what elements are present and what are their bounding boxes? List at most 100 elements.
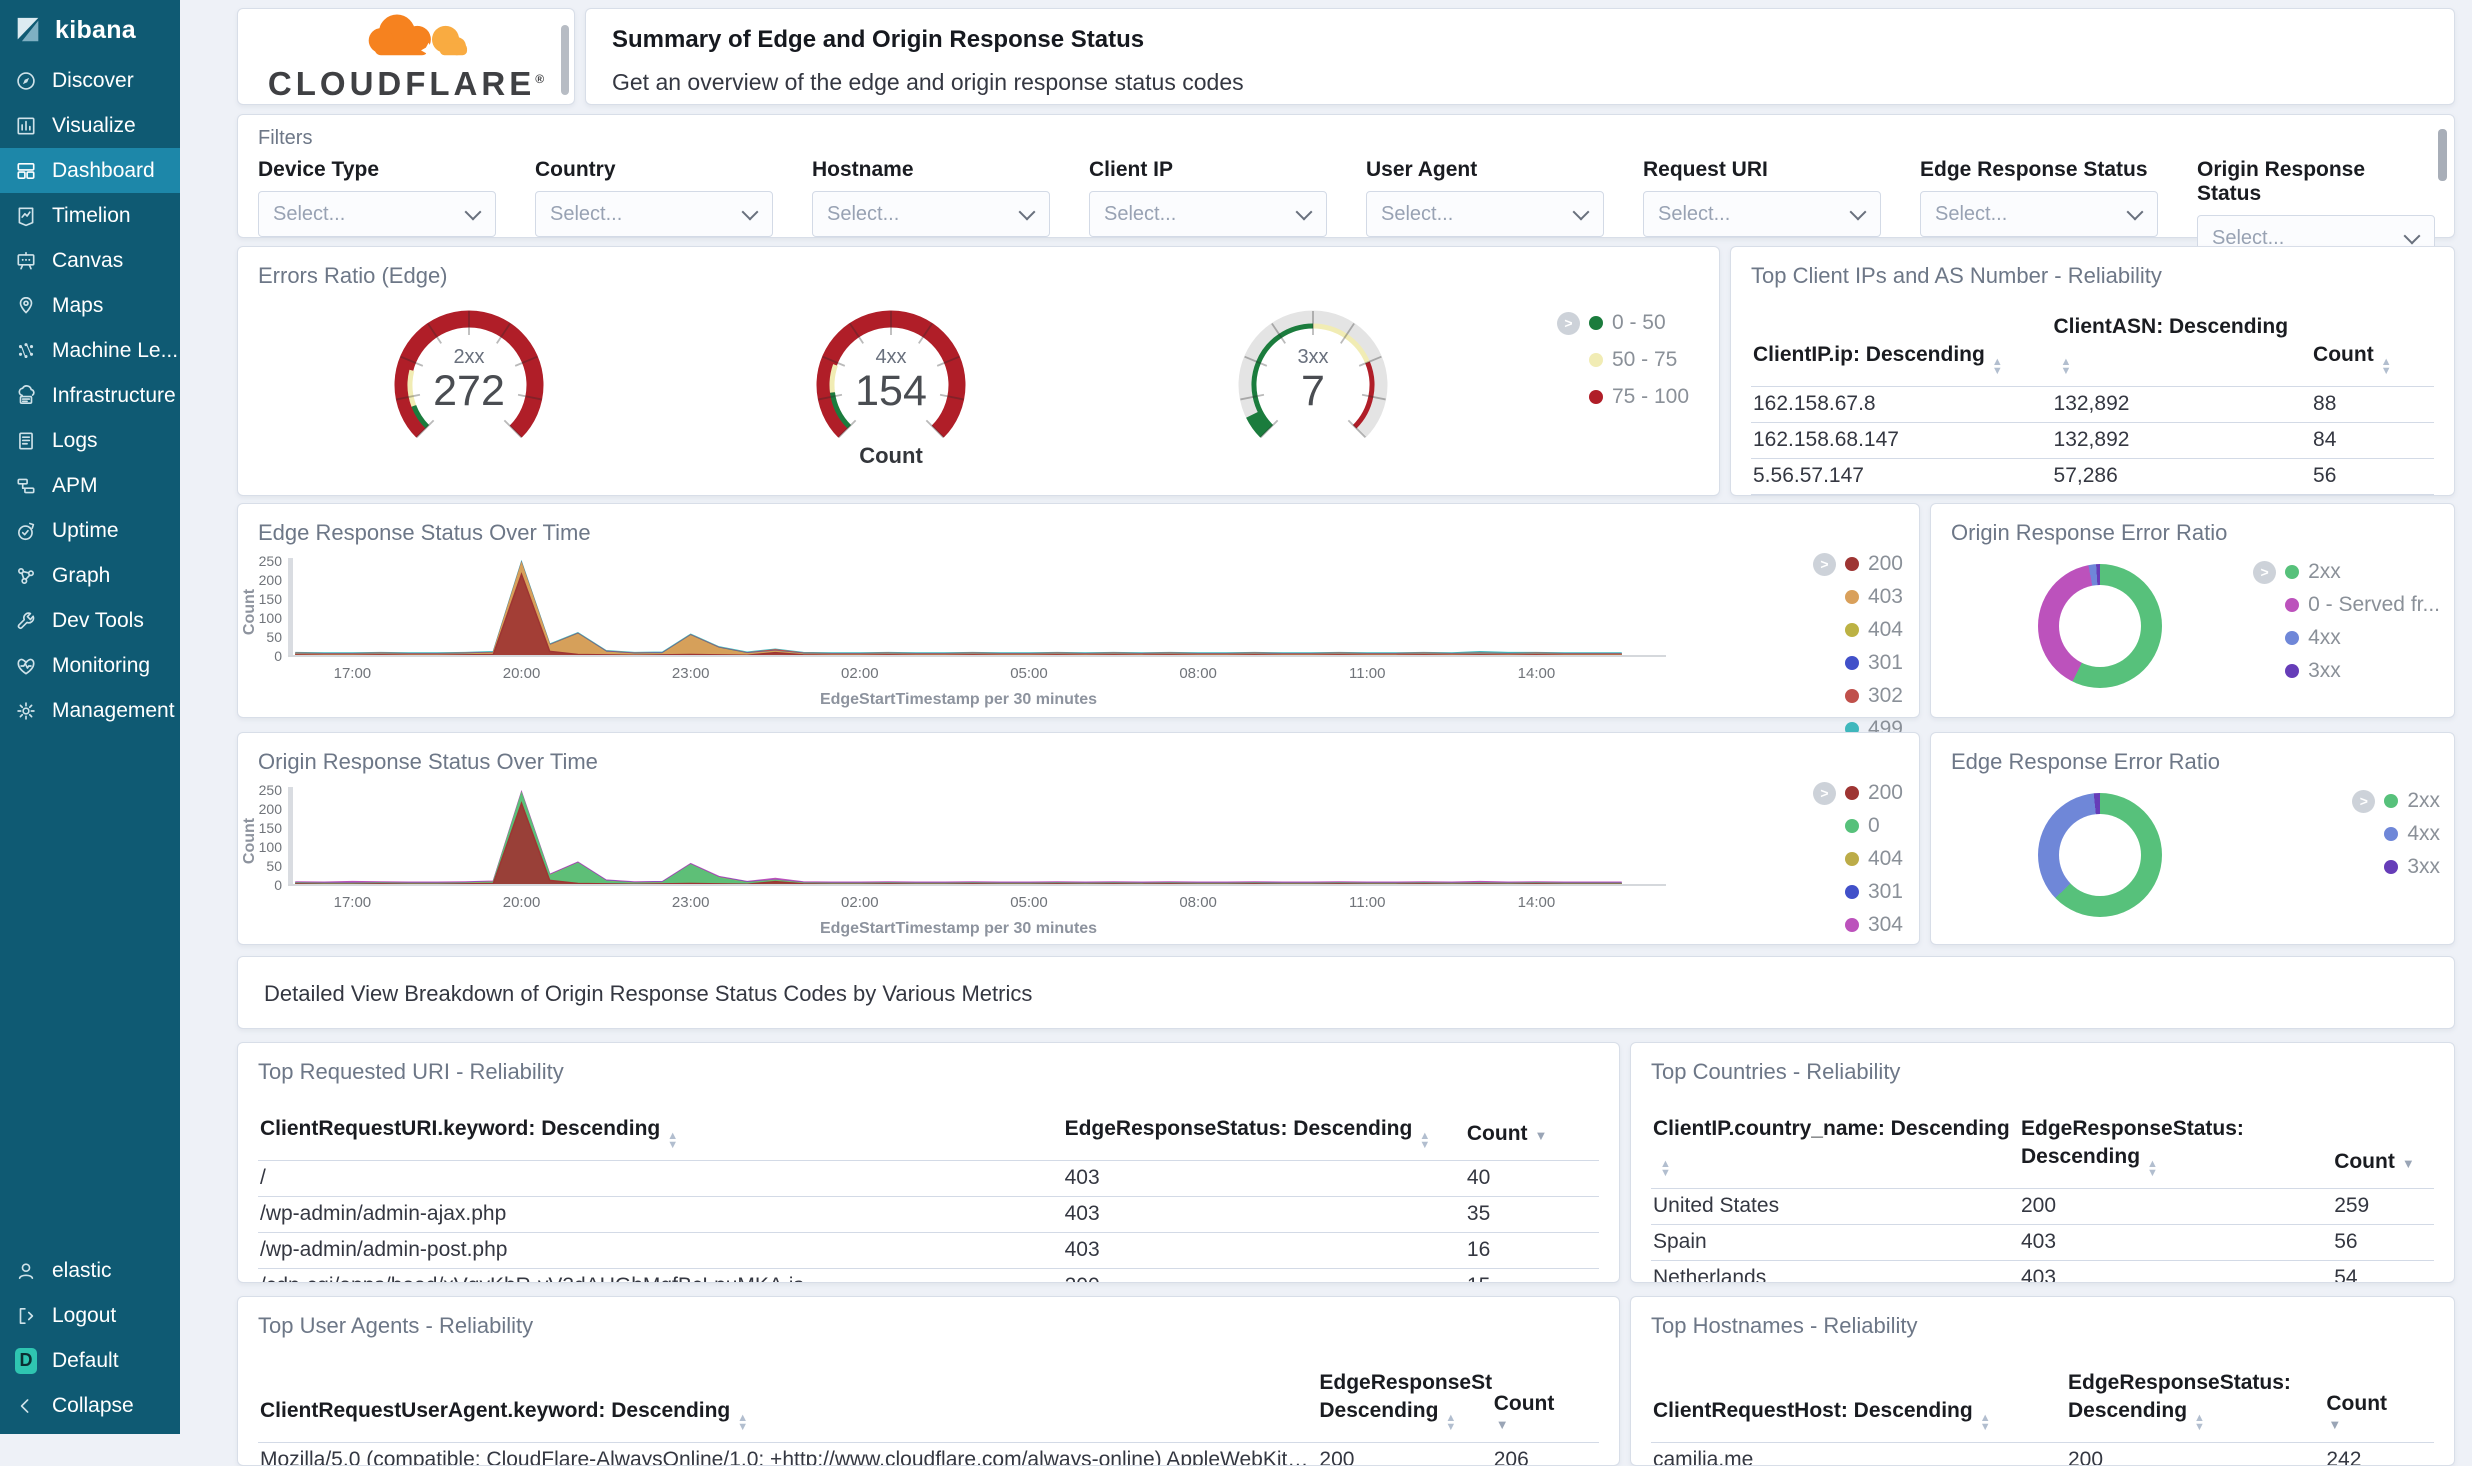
legend-toggle-icon[interactable]: >	[1813, 782, 1836, 805]
legend-item-200[interactable]: >200	[1813, 552, 1903, 576]
legend-item-50-75[interactable]: 50 - 75	[1557, 348, 1689, 372]
legend-item-3xx[interactable]: 3xx	[2352, 855, 2440, 879]
legend-label: 301	[1868, 651, 1903, 675]
column-header-clientrequesturi-keyword[interactable]: ClientRequestURI.keyword: Descending▲▼	[258, 1115, 1063, 1161]
column-header-edgeresponsestatus[interactable]: EdgeResponseStatus: Descending▲▼	[2019, 1115, 2332, 1189]
scrollbar-thumb[interactable]	[561, 25, 569, 95]
sidebar-item-logout[interactable]: Logout	[0, 1293, 180, 1338]
sort-icon[interactable]: ▲▼	[737, 1414, 748, 1432]
sidebar-item-machine-le[interactable]: Machine Le...	[0, 328, 180, 373]
legend-item-4xx[interactable]: 4xx	[2352, 822, 2440, 846]
sidebar-item-elastic[interactable]: elastic	[0, 1248, 180, 1293]
sidebar-item-default[interactable]: DDefault	[0, 1338, 180, 1383]
sidebar-item-collapse[interactable]: Collapse	[0, 1383, 180, 1428]
column-header-clientip-country-name[interactable]: ClientIP.country_name: Descending▲▼	[1651, 1115, 2019, 1189]
legend-item-404[interactable]: 404	[1813, 618, 1903, 642]
sidebar-item-management[interactable]: Management	[0, 688, 180, 733]
filter-select-country[interactable]: Select...	[535, 191, 773, 237]
sidebar-item-timelion[interactable]: Timelion	[0, 193, 180, 238]
sidebar-item-infrastructure[interactable]: Infrastructure	[0, 373, 180, 418]
sidebar-item-logs[interactable]: Logs	[0, 418, 180, 463]
sidebar-item-monitoring[interactable]: Monitoring	[0, 643, 180, 688]
sort-icon[interactable]: ▲▼	[2381, 358, 2392, 376]
legend-item-403[interactable]: 403	[1813, 585, 1903, 609]
sidebar-item-visualize[interactable]: Visualize	[0, 103, 180, 148]
sidebar-item-uptime[interactable]: Uptime	[0, 508, 180, 553]
sidebar-item-canvas[interactable]: Canvas	[0, 238, 180, 283]
table-cell: Mozilla/5.0 (compatible; CloudFlare-Alwa…	[258, 1443, 1317, 1466]
legend-item-2xx[interactable]: >2xx	[2352, 789, 2440, 813]
sort-icon[interactable]: ▲▼	[1980, 1414, 1991, 1432]
column-header-clientip-ip[interactable]: ClientIP.ip: Descending▲▼	[1751, 313, 2052, 387]
column-header-clientrequesthost[interactable]: ClientRequestHost: Descending▲▼	[1651, 1369, 2066, 1443]
legend-dot	[1845, 689, 1859, 703]
legend-item-0-50[interactable]: >0 - 50	[1557, 311, 1689, 335]
scrollbar-thumb[interactable]	[2438, 129, 2447, 181]
sidebar-item-discover[interactable]: Discover	[0, 58, 180, 103]
legend-toggle-icon[interactable]: >	[2352, 790, 2375, 813]
sidebar-item-dashboard[interactable]: Dashboard	[0, 148, 180, 193]
sort-icon[interactable]: ▲▼	[2147, 1160, 2158, 1178]
svg-text:05:00: 05:00	[1010, 665, 1048, 682]
legend-item-301[interactable]: 301	[1813, 651, 1903, 675]
legend-item-0[interactable]: 0	[1813, 814, 1903, 838]
column-header-count[interactable]: Count▼	[1465, 1115, 1599, 1161]
legend-item-404[interactable]: 404	[1813, 847, 1903, 871]
kibana-brand[interactable]: kibana	[0, 0, 180, 58]
sort-icon[interactable]: ▼	[1535, 1128, 1548, 1143]
sort-icon[interactable]: ▼	[1496, 1418, 1591, 1432]
legend-item-4xx[interactable]: 4xx	[2253, 626, 2440, 650]
column-header-edgeresponsestatus[interactable]: EdgeResponseStatus: Descending▲▼	[1317, 1369, 1491, 1443]
legend-dot	[1845, 656, 1859, 670]
legend-item-3xx[interactable]: 3xx	[2253, 659, 2440, 683]
column-header-count[interactable]: Count▲▼	[2311, 313, 2434, 387]
legend-item-302[interactable]: 302	[1813, 684, 1903, 708]
sort-icon[interactable]: ▲▼	[1992, 358, 2003, 376]
column-header-edgeresponsestatus[interactable]: EdgeResponseStatus: Descending▲▼	[2066, 1369, 2324, 1443]
table-cell: 259	[2332, 1189, 2434, 1225]
legend-toggle-icon[interactable]: >	[1557, 312, 1580, 335]
sort-icon[interactable]: ▲▼	[1419, 1132, 1430, 1150]
filter-select-user-agent[interactable]: Select...	[1366, 191, 1604, 237]
sort-icon[interactable]: ▲▼	[1445, 1414, 1456, 1432]
legend-toggle-icon[interactable]: >	[2253, 561, 2276, 584]
filter-select-edge-response-status[interactable]: Select...	[1920, 191, 2158, 237]
column-header-count[interactable]: Count▼	[1492, 1369, 1599, 1443]
legend-item-200[interactable]: >200	[1813, 781, 1903, 805]
sidebar-item-maps[interactable]: Maps	[0, 283, 180, 328]
column-header-clientasn[interactable]: ClientASN: Descending▲▼	[2052, 313, 2312, 387]
svg-text:11:00: 11:00	[1349, 894, 1385, 911]
filter-label: Device Type	[258, 158, 496, 182]
top-requested-uri-panel: Top Requested URI - Reliability ClientRe…	[237, 1042, 1620, 1283]
table-cell: 84	[2311, 423, 2434, 459]
markdown-panel: Detailed View Breakdown of Origin Respon…	[237, 956, 2455, 1029]
column-header-edgeresponsestatus[interactable]: EdgeResponseStatus: Descending▲▼	[1063, 1115, 1465, 1161]
column-header-count[interactable]: Count▼	[2324, 1369, 2434, 1443]
svg-text:17:00: 17:00	[334, 894, 372, 911]
legend-spacer	[2352, 856, 2375, 879]
sort-icon[interactable]: ▼	[2402, 1156, 2415, 1171]
sort-icon[interactable]: ▼	[2328, 1418, 2426, 1432]
sidebar-item-apm[interactable]: APM	[0, 463, 180, 508]
column-header-clientrequestuseragent-keyword[interactable]: ClientRequestUserAgent.keyword: Descendi…	[258, 1369, 1317, 1443]
legend-item-75-100[interactable]: 75 - 100	[1557, 385, 1689, 409]
legend-item-2xx[interactable]: >2xx	[2253, 560, 2440, 584]
sidebar-item-dev-tools[interactable]: Dev Tools	[0, 598, 180, 643]
sidebar-item-label: Management	[52, 699, 175, 723]
legend-item-301[interactable]: 301	[1813, 880, 1903, 904]
sort-icon[interactable]: ▲▼	[667, 1132, 678, 1150]
legend-item-0-served-fr[interactable]: 0 - Served fr...	[2253, 593, 2440, 617]
filter-select-device-type[interactable]: Select...	[258, 191, 496, 237]
sort-icon[interactable]: ▲▼	[2061, 358, 2072, 376]
sort-icon[interactable]: ▲▼	[1660, 1160, 1671, 1178]
filter-select-client-ip[interactable]: Select...	[1089, 191, 1327, 237]
column-header-count[interactable]: Count▼	[2332, 1115, 2434, 1189]
legend-toggle-icon[interactable]: >	[1813, 553, 1836, 576]
legend-item-304[interactable]: 304	[1813, 913, 1903, 937]
table-cell: 200	[2019, 1189, 2332, 1225]
canvas-icon	[15, 250, 37, 272]
sidebar-item-graph[interactable]: Graph	[0, 553, 180, 598]
filter-select-hostname[interactable]: Select...	[812, 191, 1050, 237]
sort-icon[interactable]: ▲▼	[2194, 1414, 2205, 1432]
filter-select-request-uri[interactable]: Select...	[1643, 191, 1881, 237]
